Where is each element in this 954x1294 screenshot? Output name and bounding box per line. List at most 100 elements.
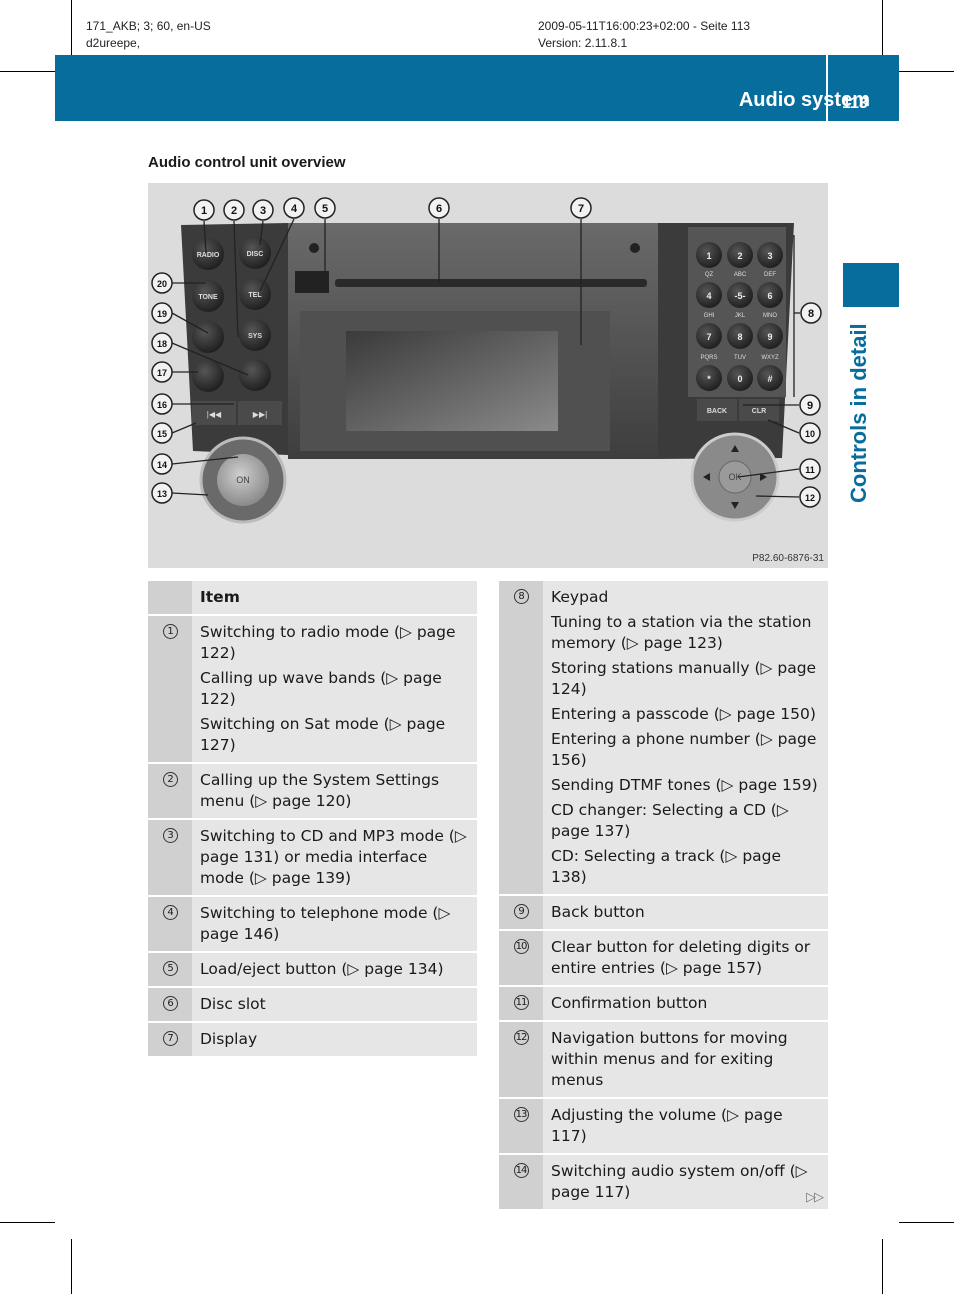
key-2-sub: ABC xyxy=(734,272,747,278)
side-tab-marker xyxy=(843,263,899,307)
key-7-sub: PQRS xyxy=(700,355,717,361)
on-knob-label: ON xyxy=(236,475,250,485)
table-row: 12 Navigation buttons for moving within … xyxy=(499,1022,828,1099)
callout-7: 7 xyxy=(578,203,584,215)
audio-unit-photo: RADIO DISC TONE TEL SYS |◀◀ ▶▶| ON 1 2 3… xyxy=(148,183,828,568)
item-text: Entering a phone number (▷ page 156) xyxy=(551,730,817,769)
item-text: Keypad xyxy=(551,588,609,606)
table-row: 10 Clear button for deleting digits or e… xyxy=(499,931,828,987)
key-1: 1 xyxy=(706,251,711,261)
key-5-sub: JKL xyxy=(735,313,746,319)
key-7: 7 xyxy=(706,332,711,342)
callout-16: 16 xyxy=(157,400,167,410)
item-text: Calling up the System Settings menu (▷ p… xyxy=(200,771,440,810)
side-tab-label: Controls in detail xyxy=(846,323,871,503)
table-row: 9 Back button xyxy=(499,896,828,931)
key-2: 2 xyxy=(737,251,742,261)
callout-6: 6 xyxy=(436,203,442,215)
item-text: Switching to CD and MP3 mode (▷ page 131… xyxy=(200,827,467,887)
eject-button xyxy=(295,271,329,293)
item-text: Switching on Sat mode (▷ page 127) xyxy=(200,715,446,754)
callout-17: 17 xyxy=(157,368,167,378)
key-6: 6 xyxy=(767,291,772,301)
crop-mark xyxy=(899,71,954,72)
key-3-sub: DEF xyxy=(764,272,776,278)
items-table-left: Item 1 Switching to radio mode (▷ page 1… xyxy=(148,581,477,1056)
table-row: 4 Switching to telephone mode (▷ page 14… xyxy=(148,897,477,953)
item-number: 14 xyxy=(513,1163,529,1178)
item-number: 8 xyxy=(513,589,529,604)
item-text: Confirmation button xyxy=(551,994,708,1012)
prev-track-label: |◀◀ xyxy=(207,410,222,419)
item-number: 6 xyxy=(162,996,178,1011)
meta-line: 171_AKB; 3; 60, en-US xyxy=(86,19,211,33)
item-number: 7 xyxy=(162,1031,178,1046)
key-9: 9 xyxy=(767,332,772,342)
back-button-label: BACK xyxy=(707,408,727,415)
item-text: CD changer: Selecting a CD (▷ page 137) xyxy=(551,801,789,840)
table-row: 11 Confirmation button xyxy=(499,987,828,1022)
table-row: 7 Display xyxy=(148,1023,477,1056)
item-text: Switching to telephone mode (▷ page 146) xyxy=(200,904,451,943)
item-text: Disc slot xyxy=(200,995,266,1013)
callout-9: 9 xyxy=(807,400,813,412)
callout-1: 1 xyxy=(201,205,207,217)
callout-19: 19 xyxy=(157,309,167,319)
key-0: 0 xyxy=(737,374,742,384)
table-header-row: Item xyxy=(148,581,477,616)
crop-mark xyxy=(899,1222,954,1223)
item-text: Calling up wave bands (▷ page 122) xyxy=(200,669,442,708)
subheading: Audio control unit overview xyxy=(148,154,346,171)
item-text: Switching to radio mode (▷ page 122) xyxy=(200,623,456,662)
crop-mark xyxy=(0,1222,55,1223)
item-number: 10 xyxy=(513,939,529,954)
callout-13: 13 xyxy=(157,489,167,499)
item-text: Display xyxy=(200,1030,258,1048)
item-number: 1 xyxy=(162,624,178,639)
disc-button-label: DISC xyxy=(247,251,264,258)
figure-code: P82.60-6876-31 xyxy=(752,553,824,564)
crop-mark xyxy=(71,1239,72,1294)
next-track-label: ▶▶| xyxy=(253,410,267,419)
key-4: 4 xyxy=(706,291,711,301)
table-row: 1 Switching to radio mode (▷ page 122) C… xyxy=(148,616,477,764)
page-number: 113 xyxy=(842,95,868,112)
item-text: Sending DTMF tones (▷ page 159) xyxy=(551,776,818,794)
item-text: Storing stations manually (▷ page 124) xyxy=(551,659,817,698)
item-text: Back button xyxy=(551,903,645,921)
crop-mark xyxy=(0,71,55,72)
item-number: 4 xyxy=(162,905,178,920)
print-meta-right: 2009-05-11T16:00:23+02:00 - Seite 113 Ve… xyxy=(538,18,750,52)
continued-arrow-icon: ▷▷ xyxy=(806,1190,824,1205)
display-screen xyxy=(346,331,558,431)
key-3: 3 xyxy=(767,251,772,261)
item-text: CD: Selecting a track (▷ page 138) xyxy=(551,847,782,886)
key-hash: # xyxy=(767,374,772,384)
item-column-header: Item xyxy=(192,581,477,614)
item-text: Tuning to a station via the station memo… xyxy=(551,613,812,652)
key-4-sub: GHI xyxy=(704,313,715,319)
item-text: Load/eject button (▷ page 134) xyxy=(200,960,444,978)
items-table-right: 8 Keypad Tuning to a station via the sta… xyxy=(499,581,828,1209)
item-number: 2 xyxy=(162,772,178,787)
item-text: Entering a passcode (▷ page 150) xyxy=(551,705,816,723)
key-star: * xyxy=(707,374,711,384)
item-text: Adjusting the volume (▷ page 117) xyxy=(551,1106,783,1145)
clr-button-label: CLR xyxy=(752,408,766,415)
item-number: 13 xyxy=(513,1107,529,1122)
key-6-sub: MNO xyxy=(763,313,777,319)
crop-mark xyxy=(882,1239,883,1294)
callout-20: 20 xyxy=(157,279,167,289)
callout-3: 3 xyxy=(260,205,266,217)
table-row: 6 Disc slot xyxy=(148,988,477,1023)
key-9-sub: WXYZ xyxy=(761,355,779,361)
item-text: Clear button for deleting digits or enti… xyxy=(551,938,811,977)
table-row: 13 Adjusting the volume (▷ page 117) xyxy=(499,1099,828,1155)
callout-4: 4 xyxy=(291,203,298,215)
item-text: Switching audio system on/off (▷ page 11… xyxy=(551,1162,808,1201)
item-number: 12 xyxy=(513,1030,529,1045)
header-divider xyxy=(826,55,828,121)
tel-button-label: TEL xyxy=(248,292,262,299)
item-number: 11 xyxy=(513,995,529,1010)
table-row: 14 Switching audio system on/off (▷ page… xyxy=(499,1155,828,1209)
